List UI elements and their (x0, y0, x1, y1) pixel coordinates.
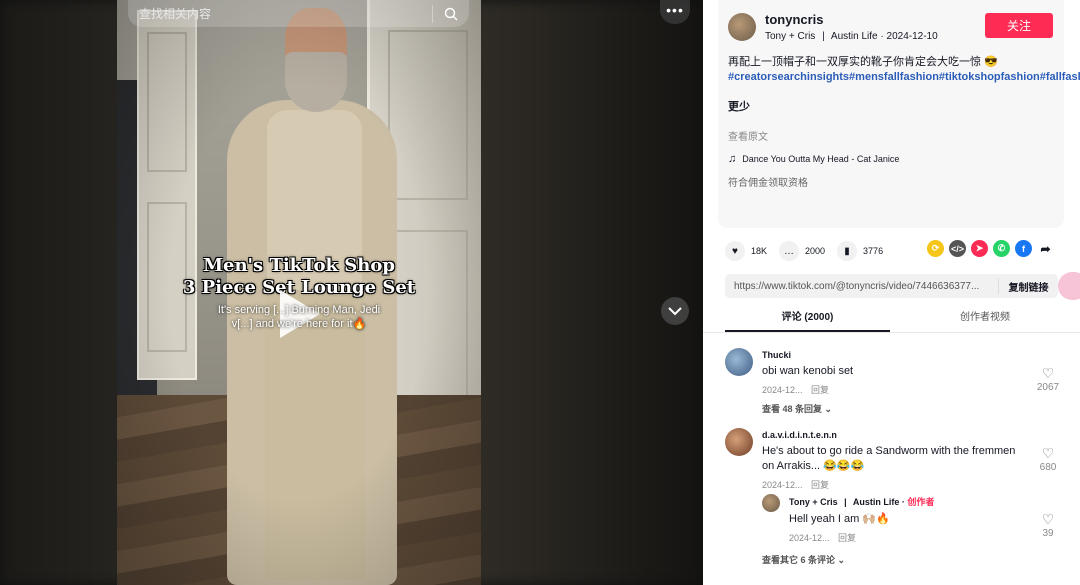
show-less-link[interactable]: 更少 (728, 98, 1054, 114)
whatsapp-icon[interactable]: ✆ (993, 240, 1010, 257)
search-bar[interactable] (128, 0, 469, 27)
share-icons: ⟳ </> ➤ ✆ f ➦ (927, 240, 1059, 257)
comment-like-count: 680 (1039, 462, 1057, 473)
reply-date: 2024-12... (789, 533, 830, 543)
bookmark-icon[interactable]: ▮ (837, 241, 858, 261)
reply-button[interactable]: 回复 (838, 533, 856, 543)
comment-text: obi wan kenobi set (762, 365, 854, 377)
description-card: tonyncris Tony + Cris | Austin Life · 20… (718, 0, 1080, 228)
commission-badge: 符合佣金领取资格 (728, 178, 808, 189)
action-bar: ♥ 18K … 2000 ▮ 3776 ⟳ </> ➤ ✆ f ➦ (725, 240, 1065, 262)
comment-like-count: 2067 (1036, 382, 1060, 393)
heart-icon[interactable]: ♥ (725, 241, 745, 261)
floating-chat-bubble[interactable] (1058, 272, 1080, 300)
hashtag-list[interactable]: #creatorsearchinsights#mensfallfashion#t… (728, 70, 1080, 85)
comment-action[interactable]: … 2000 (779, 241, 825, 261)
search-input[interactable] (128, 6, 432, 21)
next-video-button[interactable] (661, 297, 689, 325)
view-other-comments-link[interactable]: 查看其它 6 条评论 ⌄ (762, 553, 845, 566)
see-original-link[interactable]: 查看原文 (728, 128, 1054, 143)
heart-outline-icon[interactable]: ♡ (1031, 446, 1065, 460)
post-date: 2024-12-10 (886, 31, 938, 42)
send-icon[interactable]: ➤ (971, 240, 988, 257)
video-caption-subtitle: It's serving [...] Burning Man, Jedi v[.… (217, 304, 381, 330)
reply-text: Hell yeah I am 🙌🏼🔥 (789, 513, 890, 525)
save-action[interactable]: ▮ 3776 (837, 241, 883, 261)
embed-icon[interactable]: </> (949, 240, 966, 257)
share-link-box: https://www.tiktok.com/@tonyncris/video/… (725, 274, 1058, 298)
comment-like[interactable]: ♡ 680 (1031, 446, 1065, 473)
video-url[interactable]: https://www.tiktok.com/@tonyncris/video/… (725, 281, 998, 292)
like-action[interactable]: ♥ 18K (725, 241, 767, 261)
reply-button[interactable]: 回复 (811, 385, 829, 395)
comment-date: 2024-12... (762, 480, 803, 490)
follow-button[interactable]: 关注 (985, 13, 1053, 38)
music-note-icon: ♫ (728, 153, 737, 165)
comment-count: 2000 (805, 246, 826, 256)
heart-outline-icon[interactable]: ♡ (1031, 512, 1065, 526)
comment-date: 2024-12... (762, 385, 803, 395)
author-avatar[interactable] (728, 13, 756, 41)
caption-line-1: Men's TikTok Shop (203, 255, 395, 276)
description-text: 再配上一顶帽子和一双厚实的靴子你肯定会大吃一惊 😎 (728, 56, 998, 68)
comment-text: He's about to go ride a Sandworm with th… (762, 445, 1016, 472)
tab-comments[interactable]: 评论 (2000) (725, 305, 890, 332)
reply-avatar[interactable] (762, 494, 780, 512)
side-panel: tonyncris Tony + Cris | Austin Life · 20… (703, 0, 1080, 585)
commenter-avatar[interactable] (725, 428, 753, 456)
reply-like-count: 39 (1042, 528, 1054, 539)
tab-bar: 评论 (2000) 创作者视频 (703, 305, 1080, 333)
tab-creator-videos[interactable]: 创作者视频 (890, 305, 1080, 332)
heart-outline-icon[interactable]: ♡ (1031, 366, 1065, 380)
repost-icon[interactable]: ⟳ (927, 240, 944, 257)
music-title[interactable]: Dance You Outta My Head - Cat Janice (742, 154, 899, 164)
commenter-name[interactable]: Thucki (762, 350, 1022, 360)
music-row[interactable]: ♫ Dance You Outta My Head - Cat Janice (728, 153, 1054, 165)
creator-tag: 创作者 (907, 497, 935, 507)
commenter-avatar[interactable] (725, 348, 753, 376)
reply-button[interactable]: 回复 (811, 480, 829, 490)
share-arrow-icon[interactable]: ➦ (1037, 240, 1054, 257)
commenter-name[interactable]: d.a.v.i.d.i.n.t.e.n.n (762, 430, 1022, 440)
chevron-down-icon (668, 307, 682, 316)
reply-author[interactable]: Tony + Cris | Austin Life · 创作者 (789, 495, 1039, 508)
video-stage: Men's TikTok Shop 3 Piece Set Lounge Set… (0, 0, 703, 585)
tiktok-video-page: Men's TikTok Shop 3 Piece Set Lounge Set… (0, 0, 1080, 585)
save-count: 3776 (863, 246, 884, 256)
reply-like[interactable]: ♡ 39 (1031, 512, 1065, 539)
copy-link-button[interactable]: 复制链接 (998, 278, 1058, 294)
search-icon[interactable] (433, 0, 469, 27)
like-count: 18K (751, 246, 768, 256)
view-replies-link[interactable]: 查看 48 条回复 ⌄ (762, 402, 1022, 415)
comment-like[interactable]: ♡ 2067 (1031, 366, 1065, 393)
comment-icon[interactable]: … (779, 241, 800, 261)
facebook-icon[interactable]: f (1015, 240, 1032, 257)
